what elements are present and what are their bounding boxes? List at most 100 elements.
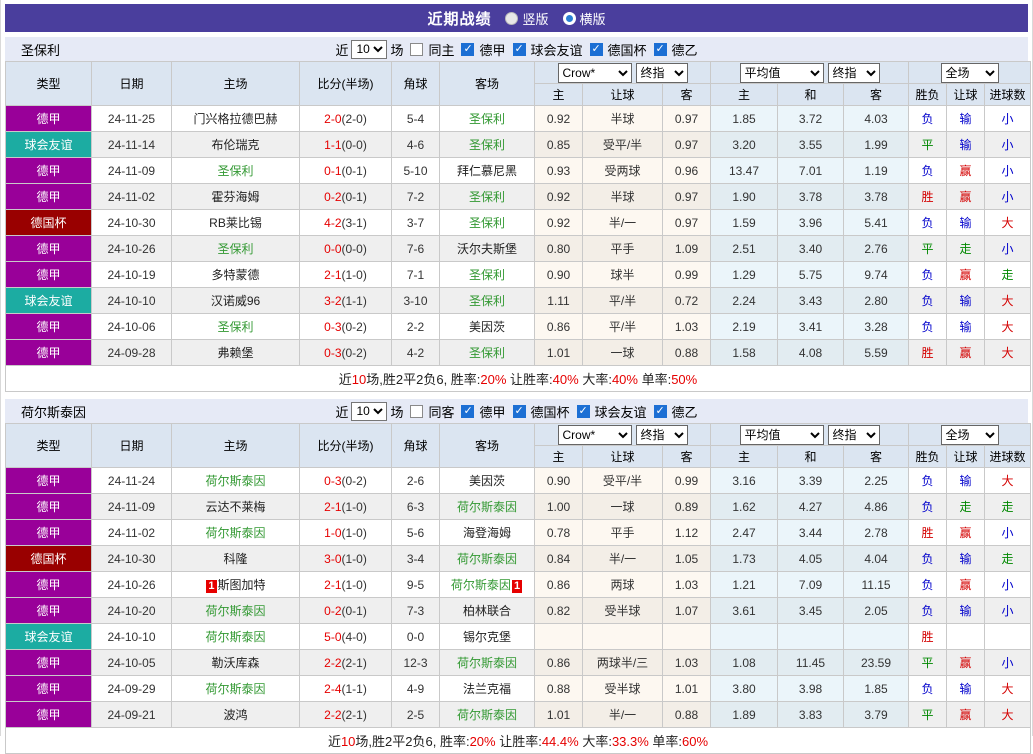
away-team-link[interactable]: 锡尔克堡 — [463, 630, 511, 644]
away-team-link[interactable]: 圣保利 — [469, 268, 505, 282]
layout-option-0[interactable]: 竖版 — [505, 9, 549, 28]
handicap-result-cell: 输 — [946, 287, 986, 314]
final-index-select-2[interactable]: 终指 — [827, 424, 880, 445]
home-team-link[interactable]: 斯图加特 — [218, 578, 266, 592]
checkbox-checked[interactable] — [589, 42, 603, 56]
checkbox-checked[interactable] — [461, 42, 475, 56]
final-index-select[interactable]: 终指 — [635, 424, 688, 445]
home-team-link[interactable]: 波鸿 — [223, 708, 247, 722]
score-cell: 2-4(1-1) — [299, 675, 392, 702]
match-row: 德甲 24-10-19 多特蒙德 2-1(1-0) 7-1 圣保利 0.90 球半 0.99 1.… — [5, 261, 1032, 288]
team-name: 圣保利 — [21, 42, 61, 58]
away-team-link[interactable]: 圣保利 — [469, 112, 505, 126]
handicap-result-cell: 赢 — [946, 649, 986, 676]
league-badge: 球会友谊 — [5, 131, 92, 158]
crow-home-odds: 0.92 — [534, 183, 583, 210]
away-team-link[interactable]: 法兰克福 — [463, 682, 511, 696]
goals-result-cell: 走 — [984, 493, 1032, 520]
away-team-link[interactable]: 沃尔夫斯堡 — [457, 242, 517, 256]
home-team-link[interactable]: 云达不莱梅 — [205, 500, 265, 514]
away-team-link[interactable]: 圣保利 — [469, 138, 505, 152]
half-time-score: (0-1) — [341, 603, 367, 618]
summary-segment: 40% — [552, 372, 579, 387]
score-cell: 2-1(1-0) — [299, 571, 392, 598]
radio-checked-icon[interactable] — [562, 11, 576, 25]
checkbox-checked[interactable] — [653, 404, 667, 418]
home-team-link[interactable]: 荷尔斯泰因 — [205, 526, 265, 540]
home-team-link[interactable]: RB莱比锡 — [209, 216, 262, 230]
final-index-select[interactable]: 终指 — [635, 62, 688, 83]
radio-icon[interactable] — [505, 11, 519, 25]
half-time-score: (1-0) — [341, 267, 367, 282]
league-badge: 德甲 — [5, 649, 92, 676]
match-count-select[interactable]: 10 — [351, 401, 388, 421]
away-team-link[interactable]: 美因茨 — [469, 320, 505, 334]
home-team-link[interactable]: 荷尔斯泰因 — [205, 630, 265, 644]
home-team-link[interactable]: 弗赖堡 — [217, 346, 253, 360]
odds-source-select[interactable]: Crow* — [557, 62, 632, 83]
away-team-link[interactable]: 海登海姆 — [463, 526, 511, 540]
avg-draw-odds: 3.41 — [777, 313, 844, 340]
away-team-link[interactable]: 圣保利 — [469, 190, 505, 204]
handicap-line: 受半球 — [582, 675, 663, 702]
home-team-link[interactable]: 荷尔斯泰因 — [205, 474, 265, 488]
crow-home-odds: 0.84 — [534, 545, 583, 572]
score-cell: 1-1(0-0) — [299, 131, 392, 158]
away-team-link[interactable]: 柏林联合 — [463, 604, 511, 618]
away-team-link[interactable]: 荷尔斯泰因 — [457, 656, 517, 670]
home-team-cell: 科隆 — [171, 545, 300, 572]
home-team-cell: 圣保利 — [171, 235, 300, 262]
away-team-link[interactable]: 荷尔斯泰因 — [457, 500, 517, 514]
away-team-link[interactable]: 圣保利 — [469, 216, 505, 230]
filter-controls: 近10场 同主 德甲 球会友谊 德国杯 德乙 — [335, 39, 698, 59]
final-index-select-2[interactable]: 终指 — [827, 62, 880, 83]
scope-select[interactable]: 全场 — [940, 424, 999, 445]
league-badge: 球会友谊 — [5, 287, 92, 314]
home-team-link[interactable]: 多特蒙德 — [211, 268, 259, 282]
home-team-link[interactable]: 荷尔斯泰因 — [205, 682, 265, 696]
checkbox-checked[interactable] — [653, 42, 667, 56]
checkbox-checked[interactable] — [461, 404, 475, 418]
checkbox-unchecked[interactable] — [410, 42, 424, 56]
average-select[interactable]: 平均值 — [739, 424, 824, 445]
home-team-link[interactable]: 布伦瑞克 — [211, 138, 259, 152]
checkbox-unchecked[interactable] — [410, 404, 424, 418]
home-team-link[interactable]: 圣保利 — [217, 320, 253, 334]
away-team-link[interactable]: 圣保利 — [469, 294, 505, 308]
away-team-link[interactable]: 荷尔斯泰因 — [451, 578, 511, 592]
goals-result-cell: 大 — [984, 313, 1032, 340]
avg-away-odds: 2.80 — [842, 287, 910, 314]
home-team-link[interactable]: 圣保利 — [217, 164, 253, 178]
home-team-link[interactable]: 汉诺威96 — [211, 294, 260, 308]
checkbox-checked[interactable] — [576, 404, 590, 418]
handicap-line: 一球 — [582, 339, 663, 366]
home-team-cell: 荷尔斯泰因 — [171, 597, 300, 624]
away-team-cell: 荷尔斯泰因 — [439, 545, 535, 572]
summary-segment: 近 — [338, 372, 352, 387]
odds-source-select[interactable]: Crow* — [557, 424, 632, 445]
home-team-link[interactable]: 圣保利 — [217, 242, 253, 256]
sub-col-header: 胜负 — [908, 445, 948, 468]
handicap-result-cell: 输 — [946, 313, 986, 340]
average-select[interactable]: 平均值 — [739, 62, 824, 83]
home-team-link[interactable]: 科隆 — [223, 552, 247, 566]
home-team-link[interactable]: 霍芬海姆 — [211, 190, 259, 204]
league-badge: 德国杯 — [5, 209, 92, 236]
match-count-select[interactable]: 10 — [351, 39, 388, 59]
away-team-link[interactable]: 圣保利 — [469, 346, 505, 360]
checkbox-checked[interactable] — [512, 404, 526, 418]
checkbox-checked[interactable] — [512, 42, 526, 56]
home-team-link[interactable]: 门兴格拉德巴赫 — [193, 112, 277, 126]
home-team-link[interactable]: 荷尔斯泰因 — [205, 604, 265, 618]
away-team-link[interactable]: 美因茨 — [469, 474, 505, 488]
away-team-link[interactable]: 荷尔斯泰因 — [457, 708, 517, 722]
match-date: 24-09-29 — [91, 675, 172, 702]
away-team-cell: 圣保利 — [439, 287, 535, 314]
away-team-link[interactable]: 荷尔斯泰因 — [457, 552, 517, 566]
layout-option-1[interactable]: 横版 — [562, 9, 606, 28]
away-team-link[interactable]: 拜仁慕尼黑 — [457, 164, 517, 178]
score-cell: 2-2(2-1) — [299, 649, 392, 676]
full-time-score: 2-0 — [324, 111, 342, 126]
scope-select[interactable]: 全场 — [940, 62, 999, 83]
home-team-link[interactable]: 勒沃库森 — [211, 656, 259, 670]
